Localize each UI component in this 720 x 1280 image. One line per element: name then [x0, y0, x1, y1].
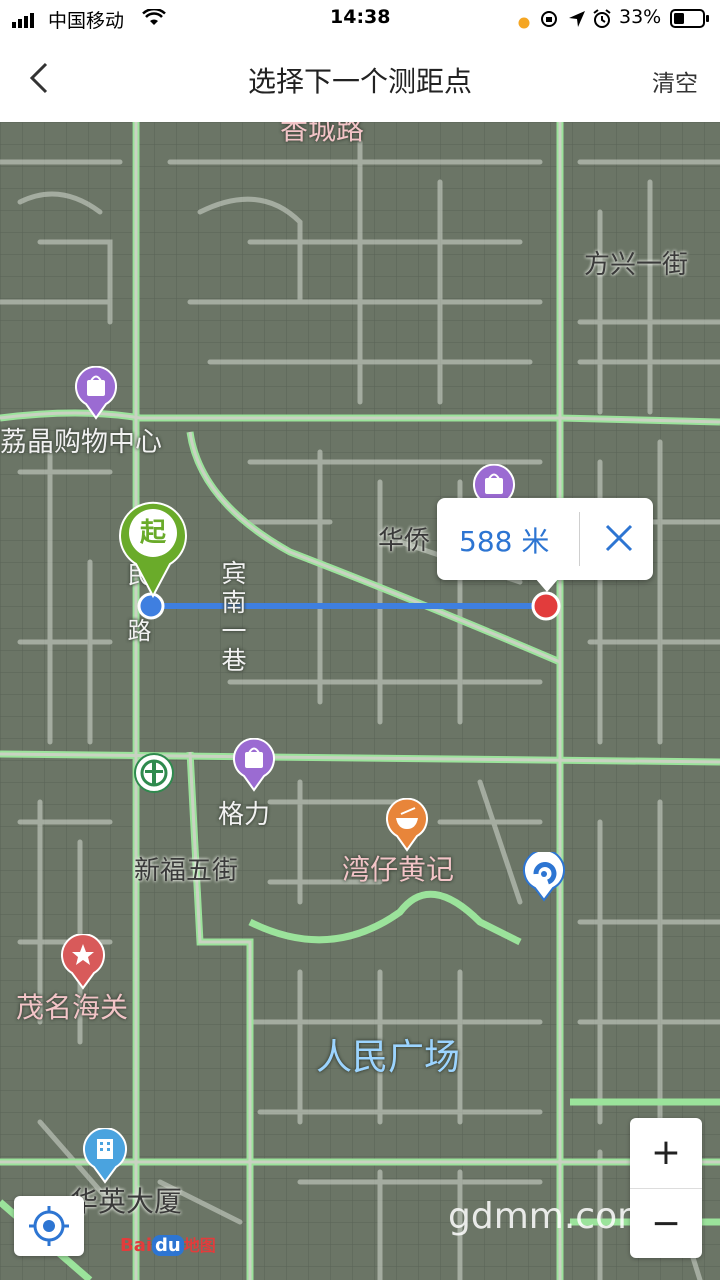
label-wanzai: 湾仔黄记	[342, 853, 455, 886]
nav-bar: 选择下一个测距点 清空	[0, 36, 720, 123]
start-pin-label: 起	[139, 518, 166, 548]
label-building: 华英大厦	[70, 1185, 183, 1218]
baidu-map-logo: Bai du 地图	[120, 1235, 216, 1256]
end-point-marker	[531, 591, 561, 621]
status-bar: 中国移动 14:38 33%	[0, 0, 720, 36]
label-fangxing: 方兴一街	[584, 250, 689, 280]
map-canvas	[0, 122, 720, 1280]
label-road-side: 路	[123, 618, 151, 646]
carrier-label: 中国移动	[48, 10, 125, 32]
zoom-control: + −	[630, 1118, 702, 1258]
distance-value: 588 米	[459, 525, 550, 558]
label-xinfu-street: 新福五街	[134, 856, 239, 886]
clock-time: 14:38	[330, 6, 391, 28]
label-huaqiao: 华侨	[378, 526, 431, 556]
label-maoming-customs: 茂名海关	[16, 991, 129, 1024]
label-top-road: 香城路	[280, 122, 365, 146]
alarm-icon	[592, 9, 612, 34]
location-arrow-icon	[568, 10, 586, 33]
label-geli: 格力	[218, 800, 271, 830]
clear-button[interactable]: 清空	[652, 64, 698, 98]
locate-button[interactable]	[14, 1196, 84, 1256]
page-title: 选择下一个测距点	[247, 65, 472, 98]
map-view[interactable]: 香城路 方兴一街 荔晶购物中心 华侨 宾南一巷 民 路 格力 新福五街 湾仔黄记…	[0, 122, 720, 1280]
label-lijing-mall: 荔晶购物中心	[0, 427, 162, 458]
zoom-in-button[interactable]: +	[630, 1118, 702, 1188]
close-icon	[605, 524, 633, 552]
bubble-divider	[579, 512, 580, 566]
battery-icon	[670, 9, 710, 34]
label-binnan-lane: 宾南一巷	[218, 560, 247, 676]
remove-point-button[interactable]	[597, 516, 641, 560]
watermark: gdmm.com	[448, 1196, 653, 1237]
recording-dot-icon	[518, 12, 530, 34]
signal-icon	[12, 11, 42, 33]
crosshair-icon	[29, 1206, 69, 1246]
battery-percent: 33%	[619, 6, 662, 28]
orientation-lock-icon	[540, 10, 558, 33]
wifi-icon	[142, 7, 166, 32]
label-renmin-square: 人民广场	[316, 1037, 461, 1078]
distance-bubble: 588 米	[437, 498, 653, 592]
